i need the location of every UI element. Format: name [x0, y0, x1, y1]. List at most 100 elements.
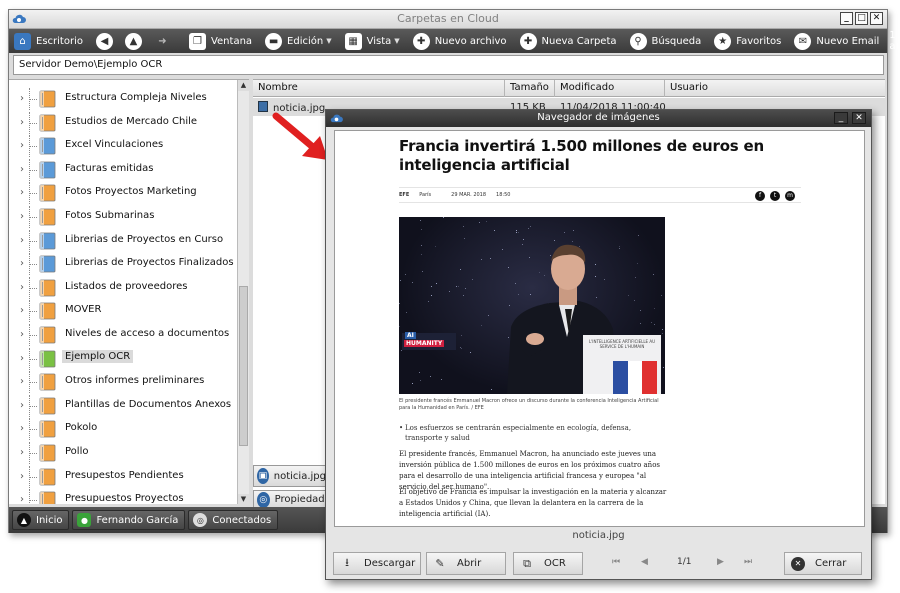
folder-icon	[39, 373, 56, 391]
tree-connector	[29, 240, 37, 242]
tree-connector	[29, 146, 37, 148]
column-user[interactable]: Usuario	[665, 80, 885, 97]
column-name[interactable]: Nombre	[253, 80, 505, 97]
tree-item-label: Estructura Compleja Niveles	[65, 92, 207, 103]
up-button[interactable]: ▲	[122, 30, 151, 52]
search-button[interactable]: ⚲ Búsqueda	[627, 30, 706, 52]
view-menu-button[interactable]: ▦ Vista ▼	[342, 30, 404, 52]
tree-connector	[29, 122, 37, 124]
plus-icon: ✚	[412, 32, 430, 50]
expand-chevron-icon[interactable]: ›	[20, 282, 24, 293]
tree-scrollbar[interactable]: ▲ ▼	[237, 80, 249, 504]
tree-item[interactable]: › Fotos Proyectos Marketing	[9, 182, 237, 205]
expand-chevron-icon[interactable]: ›	[20, 187, 24, 198]
expand-chevron-icon[interactable]: ›	[20, 400, 24, 411]
mail-icon: ✉	[794, 32, 812, 50]
close-button[interactable]: ✕	[870, 12, 883, 25]
expand-chevron-icon[interactable]: ›	[20, 447, 24, 458]
tree-item[interactable]: › Fotos Submarinas	[9, 206, 237, 228]
folder-icon	[39, 137, 56, 155]
previous-page-icon[interactable]: ◀	[641, 557, 648, 567]
expand-chevron-icon[interactable]: ›	[20, 93, 24, 104]
tree-item[interactable]: › Estructura Compleja Niveles	[9, 88, 237, 110]
expand-chevron-icon[interactable]: ›	[20, 117, 24, 128]
first-page-icon[interactable]: ⏮	[612, 557, 620, 567]
expand-chevron-icon[interactable]: ›	[20, 423, 24, 434]
tree-connector	[29, 264, 37, 266]
user-button[interactable]: ● Fernando García	[72, 510, 186, 530]
viewer-minimize-button[interactable]: _	[834, 112, 848, 124]
folder-icon	[39, 208, 56, 226]
image-file-icon	[258, 100, 268, 112]
tree-item[interactable]: › Niveles de acceso a documentos	[9, 324, 237, 346]
tree-item-label: Presupestos Pendientes	[65, 469, 184, 481]
tree-item-label: Fotos Submarinas	[65, 210, 155, 221]
open-button[interactable]: ✎ Abrir	[426, 552, 506, 575]
home-button[interactable]: ▲ Inicio	[12, 510, 70, 530]
tree-item[interactable]: › Facturas emitidas	[9, 158, 237, 181]
ocr-button[interactable]: ⧉ OCR	[513, 552, 583, 575]
column-modified[interactable]: Modificado	[555, 80, 665, 97]
tree-connector	[29, 358, 37, 360]
scroll-down-icon[interactable]: ▼	[238, 494, 249, 504]
scroll-up-icon[interactable]: ▲	[238, 80, 249, 91]
expand-chevron-icon[interactable]: ›	[20, 164, 24, 175]
expand-chevron-icon[interactable]: ›	[20, 211, 24, 222]
email-share-icon: m	[785, 191, 795, 201]
tree-connector	[29, 382, 37, 384]
new-email-button[interactable]: ✉ Nuevo Email	[791, 30, 883, 52]
last-page-icon[interactable]: ⏭	[744, 557, 752, 567]
viewer-close-button[interactable]: ✕	[852, 112, 866, 124]
expand-chevron-icon[interactable]: ›	[20, 140, 24, 151]
scroll-thumb[interactable]	[239, 286, 248, 446]
maximize-button[interactable]: □	[855, 12, 868, 25]
tree-item[interactable]: › MOVER	[9, 300, 237, 323]
tree-item[interactable]: › Presupuestos Proyectos	[9, 489, 237, 504]
chevron-down-icon: ▼	[326, 37, 332, 45]
favorites-label: Favoritos	[736, 35, 782, 47]
expand-chevron-icon[interactable]: ›	[20, 376, 24, 387]
expand-chevron-icon[interactable]: ›	[20, 494, 24, 504]
expand-chevron-icon[interactable]: ›	[20, 258, 24, 269]
window-menu-button[interactable]: ❐ Ventana	[186, 30, 256, 52]
download-button[interactable]: ⭳ Descargar	[333, 552, 421, 575]
expand-chevron-icon[interactable]: ›	[20, 329, 24, 340]
tree-item[interactable]: › Estudios de Mercado Chile	[9, 111, 237, 134]
tree-item[interactable]: › Listados de proveedores	[9, 276, 237, 299]
tree-item-label: Presupuestos Proyectos	[65, 493, 184, 504]
download-icon: ⭳	[345, 556, 349, 569]
tree-item[interactable]: › Pokolo	[9, 418, 237, 441]
connected-label: Conectados	[212, 514, 272, 526]
expand-chevron-icon[interactable]: ›	[20, 235, 24, 246]
connected-button[interactable]: ◎ Conectados	[188, 510, 279, 530]
article-headline: Francia invertirá 1.500 millones de euro…	[399, 137, 765, 174]
new-file-button[interactable]: ✚ Nuevo archivo	[410, 30, 511, 52]
tree-item-label: Excel Vinculaciones	[65, 139, 164, 151]
desktop-button[interactable]: ⌂ Escritorio	[9, 30, 87, 52]
expand-chevron-icon[interactable]: ›	[20, 471, 24, 482]
next-page-icon[interactable]: ▶	[717, 557, 724, 567]
favorites-button[interactable]: ★ Favoritos	[711, 30, 785, 52]
edit-menu-button[interactable]: ▬ Edición ▼	[262, 30, 336, 52]
tree-item-label: Estudios de Mercado Chile	[65, 115, 198, 127]
column-size[interactable]: Tamaño	[505, 80, 555, 97]
tree-item[interactable]: › Excel Vinculaciones	[9, 135, 237, 158]
download-label: Descargar	[364, 558, 416, 569]
tree-item[interactable]: › Librerias de Proyectos Finalizados	[9, 253, 237, 276]
new-folder-button[interactable]: ✚ Nueva Carpeta	[517, 30, 621, 52]
tree-item[interactable]: › Ejemplo OCR	[9, 347, 237, 370]
expand-chevron-icon[interactable]: ›	[20, 353, 24, 364]
forward-button[interactable]: ➜	[151, 30, 180, 52]
expand-chevron-icon[interactable]: ›	[20, 305, 24, 316]
tree-item[interactable]: › Librerias de Proyectos en Curso	[9, 229, 237, 252]
tree-item[interactable]: › Otros informes preliminares	[9, 371, 237, 394]
tree-connector	[29, 489, 30, 504]
close-viewer-button[interactable]: ✕ Cerrar	[784, 552, 862, 575]
back-button[interactable]: ◀	[93, 30, 122, 52]
minimize-button[interactable]: _	[840, 12, 853, 25]
tree-item[interactable]: › Pollo	[9, 442, 237, 464]
tab-preview[interactable]: ▣ noticia.jpg	[253, 465, 333, 487]
tree-item[interactable]: › Plantillas de Documentos Anexos	[9, 394, 237, 417]
tree-item[interactable]: › Presupestos Pendientes	[9, 465, 237, 488]
path-input[interactable]: Servidor Demo\Ejemplo OCR	[13, 55, 884, 75]
